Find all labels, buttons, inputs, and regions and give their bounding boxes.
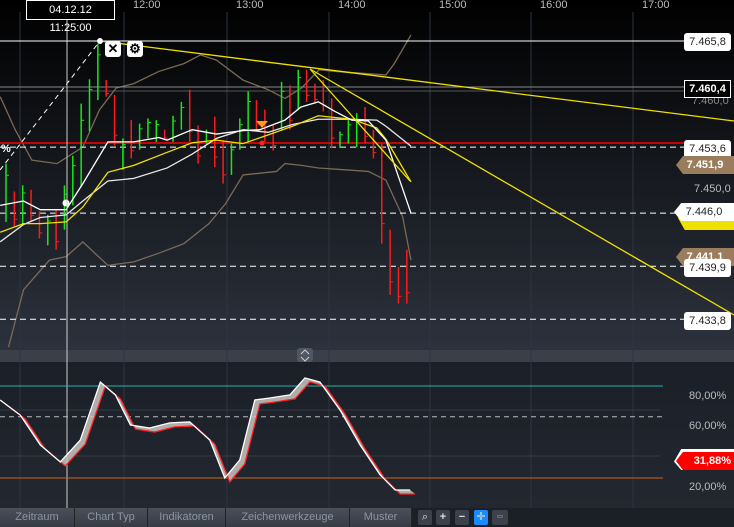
zoom-in-icon[interactable]: + (436, 510, 450, 525)
price-label: 7.465,8 (684, 33, 731, 51)
time-label: 13:00 (236, 0, 264, 11)
ma-price-label: 7.446,0 (674, 203, 734, 221)
chart-canvas[interactable] (0, 0, 734, 508)
tab-zeichenwerkzeuge[interactable]: Zeichenwerkzeuge (226, 508, 350, 527)
current-price-label: 7.460,4 (684, 80, 731, 98)
tab-zeitraum[interactable]: Zeitraum (0, 508, 75, 527)
bollinger-upper-label: 7.451,9 (676, 156, 734, 174)
trendline-handle[interactable] (62, 199, 70, 207)
oscillator-pane (0, 362, 734, 508)
price-label: 7.439,9 (684, 259, 731, 277)
time-label: 17:00 (642, 0, 670, 11)
osc-current-label: 31,88% (676, 452, 734, 470)
osc-axis-label: 60,00% (689, 420, 727, 432)
tab-chart-typ[interactable]: Chart Typ (75, 508, 148, 527)
ruler-icon[interactable]: ▭ (492, 510, 508, 525)
crosshair-icon[interactable]: ✛ (474, 510, 488, 525)
signal-dot (259, 140, 265, 146)
tab-indikatoren[interactable]: Indikatoren (148, 508, 226, 527)
time-label: 15:00 (439, 0, 467, 11)
osc-axis-label: 80,00% (689, 390, 727, 402)
time-label: 12:00 (133, 0, 161, 11)
price-label: 7.453,6 (684, 140, 731, 158)
delete-drawing-button[interactable]: ✕ (105, 41, 121, 57)
drawing-settings-gear-icon[interactable]: ⚙ (127, 41, 143, 57)
price-axis-label: 7.450,0 (694, 183, 731, 195)
bottom-toolbar: Zeitraum Chart Typ Indikatoren Zeichenwe… (0, 508, 734, 527)
time-label: 16:00 (540, 0, 568, 11)
zoom-out-icon[interactable]: − (455, 510, 469, 525)
pane-splitter[interactable] (0, 350, 734, 362)
osc-axis-label: 20,00% (689, 481, 727, 493)
time-label: 14:00 (338, 0, 366, 11)
trendline-handle[interactable] (97, 38, 103, 44)
left-label: % (1, 143, 11, 155)
tab-muster[interactable]: Muster (350, 508, 412, 527)
crosshair-datetime: 04.12.12 11:25:00 (26, 0, 115, 34)
price-label: 7.433,8 (684, 312, 731, 330)
search-icon[interactable]: ⌕ (418, 510, 432, 525)
